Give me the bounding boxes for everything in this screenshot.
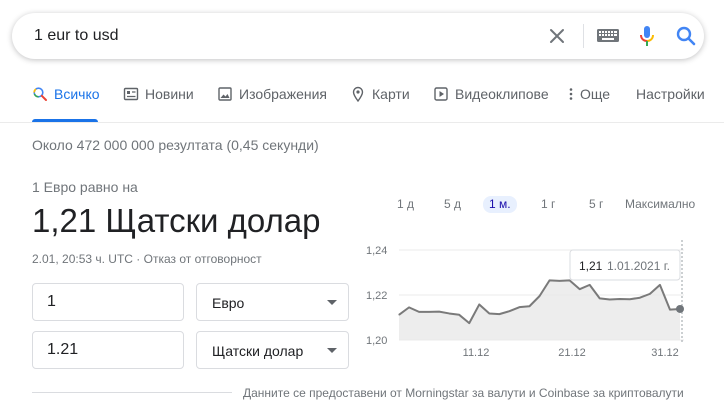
search-icon[interactable] [674, 24, 698, 48]
bottom-divider [32, 392, 232, 393]
range-1d[interactable]: 1 д [391, 196, 420, 213]
conversion-result: 1,21 Щатски долар [32, 202, 321, 239]
data-point [609, 298, 611, 301]
tab-news[interactable]: Новини [123, 86, 194, 122]
exchange-rate-chart[interactable]: 1,24 1,22 1,20 11.12 21.12 31.12 1,21 1.01.2021… [360, 236, 700, 366]
from-currency-select[interactable]: Евро [196, 283, 349, 321]
news-icon [123, 87, 139, 101]
keyboard-icon[interactable] [596, 26, 620, 46]
tab-label: Новини [145, 86, 194, 102]
data-point [488, 312, 490, 315]
data-point [478, 303, 480, 306]
clear-icon[interactable] [545, 24, 569, 48]
chart-tooltip: 1,21 1.01.2021 г. [569, 249, 681, 281]
search-input[interactable] [34, 13, 514, 59]
data-point [669, 309, 671, 311]
data-point [548, 279, 551, 281]
data-point [398, 314, 400, 316]
data-point [619, 298, 621, 300]
from-amount-field [32, 283, 184, 321]
dropdown-arrow-icon [327, 348, 337, 353]
data-point [639, 297, 641, 299]
range-1m[interactable]: 1 м. [483, 196, 517, 213]
data-point [518, 306, 521, 308]
data-point [528, 305, 531, 307]
tab-videos[interactable]: Видеоклипове [433, 86, 549, 122]
x-tick-label: 11.12 [463, 347, 490, 359]
search-icon [33, 87, 47, 101]
tab-label: Видеоклипове [455, 86, 549, 102]
to-currency-select[interactable]: Щатски долар [196, 331, 349, 369]
data-point [538, 295, 541, 297]
tooltip-value: 1,21 [579, 259, 603, 273]
data-point [508, 310, 510, 312]
data-point [649, 293, 651, 295]
data-point [468, 322, 470, 324]
tab-label: Всичко [54, 86, 100, 102]
data-point [408, 306, 410, 308]
range-1y[interactable]: 1 г [535, 196, 561, 213]
data-point [629, 298, 631, 300]
tooltip-date: 1.01.2021 г. [607, 259, 670, 273]
area-fill [399, 280, 680, 340]
tab-settings[interactable]: Настройки [636, 86, 705, 122]
meta-separator: · [132, 252, 144, 266]
search-separator [583, 24, 584, 48]
x-tick-label: 21.12 [558, 347, 586, 359]
y-tick-label: 1,20 [366, 335, 387, 347]
data-point [569, 279, 571, 281]
tab-label: Карти [372, 86, 410, 102]
from-amount-input[interactable] [33, 284, 183, 320]
tab-label: Изображения [239, 86, 327, 102]
y-tick-label: 1,24 [366, 245, 387, 257]
search-tabs: Всичко Новини Изображения Карти Видеокли… [0, 86, 724, 122]
data-point [458, 314, 460, 316]
tab-all[interactable]: Всичко [32, 86, 100, 122]
search-bar [12, 13, 704, 59]
y-tick-label: 1,22 [366, 290, 387, 302]
x-tick-label: 31.12 [651, 347, 679, 359]
map-pin-icon [352, 86, 364, 102]
tab-more[interactable]: Още [568, 86, 610, 122]
from-currency-value: Евро [212, 295, 245, 311]
range-max[interactable]: Максимално [619, 196, 701, 213]
image-icon [218, 87, 232, 101]
tabs-divider [0, 122, 724, 123]
conversion-timestamp: 2.01, 20:53 ч. UTC [32, 252, 133, 266]
play-icon [434, 87, 448, 101]
data-point [659, 284, 661, 286]
data-point [418, 311, 420, 313]
data-point [498, 313, 500, 315]
to-amount-field [32, 331, 184, 369]
range-5d[interactable]: 5 д [438, 196, 467, 213]
disclaimer-link[interactable]: Отказ от отговорност [144, 252, 262, 266]
dropdown-arrow-icon [327, 300, 337, 305]
tab-label: Още [580, 86, 611, 102]
data-point [558, 280, 561, 282]
to-currency-value: Щатски долар [212, 343, 304, 359]
data-point [579, 288, 581, 290]
tab-maps[interactable]: Карти [350, 86, 410, 122]
data-point [589, 284, 591, 286]
range-5y[interactable]: 5 г [583, 196, 609, 213]
data-point [438, 311, 440, 313]
tab-label: Настройки [636, 86, 705, 102]
data-source-note: Данните се предоставени от Morningstar з… [243, 386, 684, 400]
to-amount-input[interactable] [33, 332, 183, 368]
data-point [599, 297, 601, 299]
result-stats: Около 472 000 000 резултата (0,45 секунд… [32, 137, 319, 153]
current-point [676, 304, 684, 313]
data-point [448, 312, 450, 315]
tab-images[interactable]: Изображения [217, 86, 327, 122]
microphone-icon[interactable] [635, 24, 659, 48]
conversion-meta: 2.01, 20:53 ч. UTC · Отказ от отговорнос… [32, 252, 262, 266]
conversion-label: 1 Евро равно на [32, 179, 138, 195]
more-vert-icon [569, 88, 573, 100]
data-point [428, 311, 430, 313]
